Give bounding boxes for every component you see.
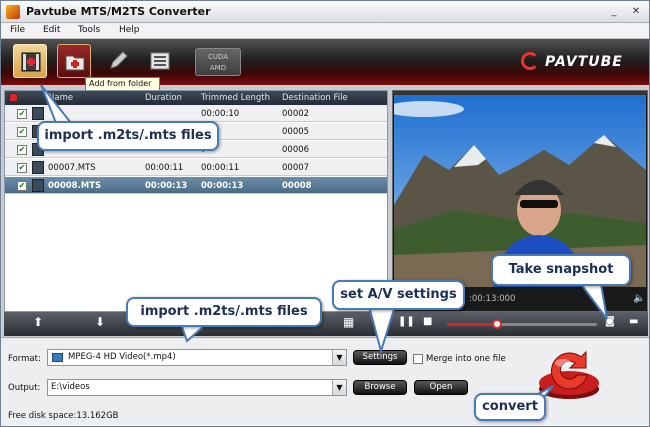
callout-convert: convert: [474, 393, 546, 421]
callout-settings: set A/V settings: [332, 280, 465, 310]
callout-snapshot: Take snapshot: [491, 254, 631, 286]
app-window: Pavtube MTS/M2TS Converter _ ✕ File Edit…: [0, 0, 650, 427]
callout-import-top: import .m2ts/.mts files: [37, 121, 219, 151]
callout-import-bottom: import .m2ts/.mts files: [126, 297, 322, 327]
callout-pointers: [40, 84, 608, 414]
